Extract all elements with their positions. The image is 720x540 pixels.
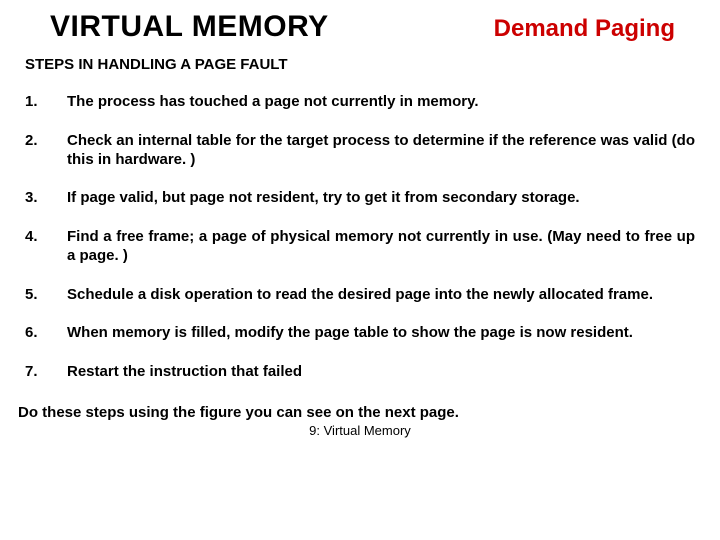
list-item: 1. The process has touched a page not cu… bbox=[25, 93, 695, 112]
step-text: Restart the instruction that failed bbox=[67, 363, 695, 382]
list-item: 3. If page valid, but page not resident,… bbox=[25, 189, 695, 208]
step-text: When memory is filled, modify the page t… bbox=[67, 324, 695, 343]
title-row: VIRTUAL MEMORY Demand Paging bbox=[0, 0, 720, 44]
list-item: 5. Schedule a disk operation to read the… bbox=[25, 286, 695, 305]
step-text: Schedule a disk operation to read the de… bbox=[67, 286, 695, 305]
step-number: 7. bbox=[25, 363, 67, 382]
list-item: 2. Check an internal table for the targe… bbox=[25, 132, 695, 170]
step-number: 5. bbox=[25, 286, 67, 305]
step-text: The process has touched a page not curre… bbox=[67, 93, 695, 112]
step-text: If page valid, but page not resident, tr… bbox=[67, 189, 695, 208]
step-number: 3. bbox=[25, 189, 67, 208]
title-left: VIRTUAL MEMORY bbox=[50, 10, 329, 44]
step-number: 2. bbox=[25, 132, 67, 170]
step-text: Check an internal table for the target p… bbox=[67, 132, 695, 170]
step-number: 4. bbox=[25, 228, 67, 266]
subtitle: STEPS IN HANDLING A PAGE FAULT bbox=[25, 56, 720, 73]
slide: VIRTUAL MEMORY Demand Paging STEPS IN HA… bbox=[0, 0, 720, 540]
step-number: 1. bbox=[25, 93, 67, 112]
title-right: Demand Paging bbox=[494, 15, 675, 43]
slide-reference: 9: Virtual Memory bbox=[0, 423, 720, 438]
step-text: Find a free frame; a page of physical me… bbox=[67, 228, 695, 266]
footer-note: Do these steps using the figure you can … bbox=[18, 404, 720, 421]
list-item: 4. Find a free frame; a page of physical… bbox=[25, 228, 695, 266]
steps-list: 1. The process has touched a page not cu… bbox=[25, 93, 695, 382]
list-item: 7. Restart the instruction that failed bbox=[25, 363, 695, 382]
list-item: 6. When memory is filled, modify the pag… bbox=[25, 324, 695, 343]
step-number: 6. bbox=[25, 324, 67, 343]
